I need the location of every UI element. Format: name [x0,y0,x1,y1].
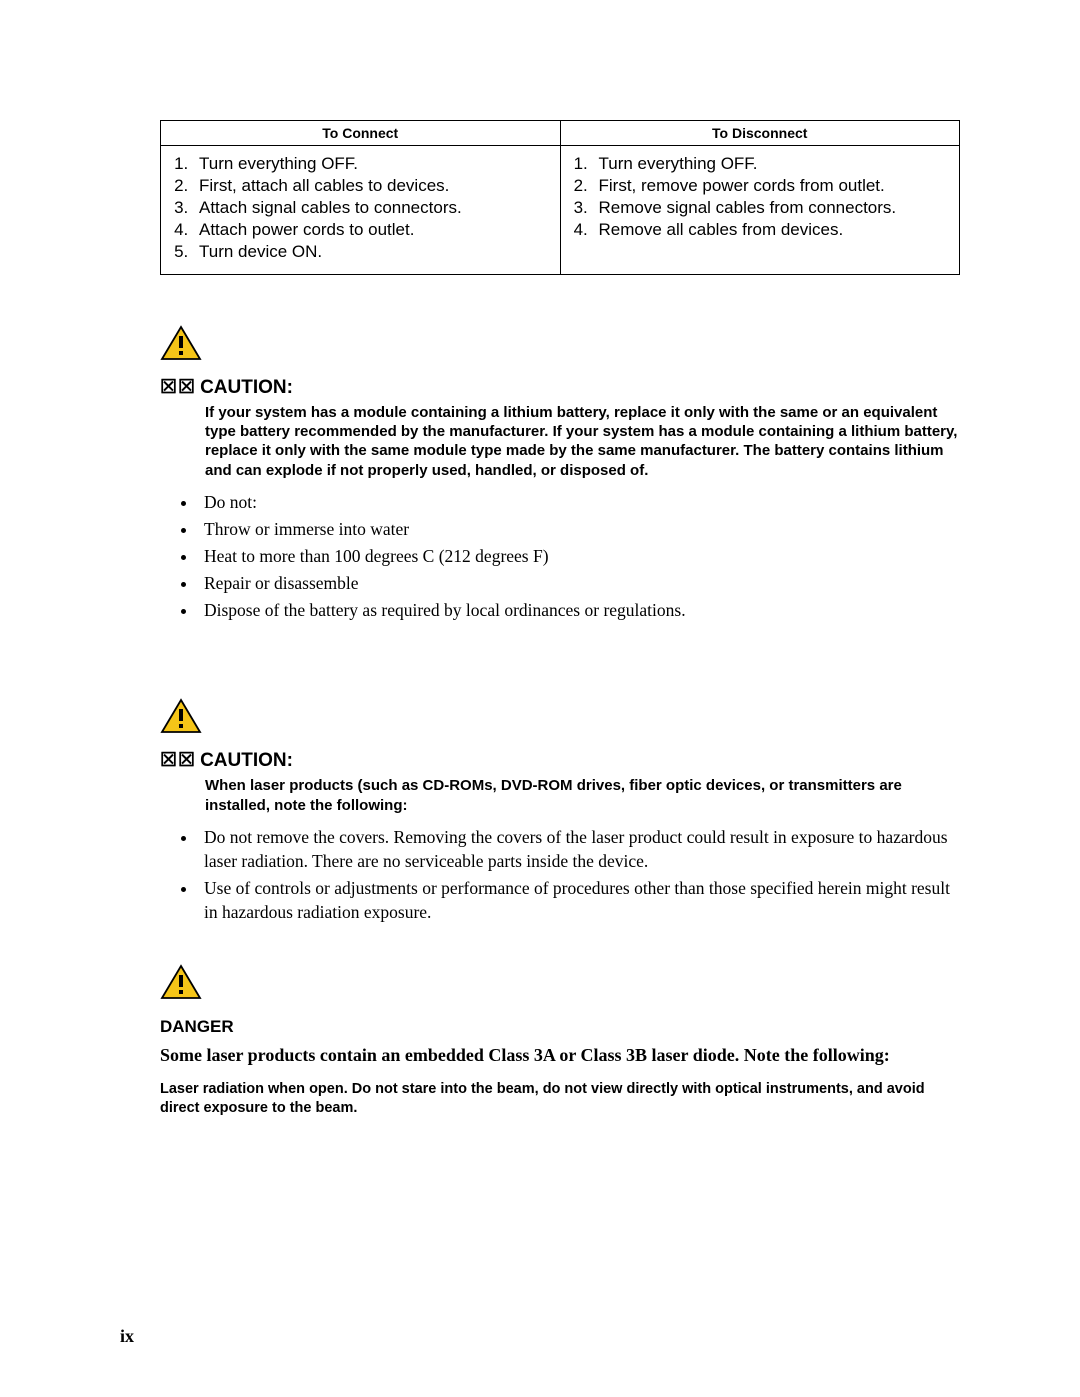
caution-heading: ☒☒CAUTION: [160,376,960,399]
list-item: Turn everything OFF. [193,154,550,174]
list-item: Dispose of the battery as required by lo… [198,598,960,622]
caution-bullets: Do not remove the covers. Removing the c… [160,825,960,925]
page: To Connect To Disconnect Turn everything… [0,0,1080,1397]
danger-body: Some laser products contain an embedded … [160,1043,960,1067]
table-cell-disconnect: Turn everything OFF. First, remove power… [560,146,960,275]
warning-icon [160,698,202,734]
caution-boxes: ☒☒ [160,377,196,398]
caution-bold-text: When laser products (such as CD-ROMs, DV… [205,776,960,814]
list-item: Turn device ON. [193,242,550,262]
table-header-connect: To Connect [161,121,561,146]
list-item: Heat to more than 100 degrees C (212 deg… [198,544,960,568]
table-header-disconnect: To Disconnect [560,121,960,146]
list-item: Turn everything OFF. [593,154,950,174]
list-item: First, remove power cords from outlet. [593,176,950,196]
caution-boxes: ☒☒ [160,750,196,771]
list-item: Throw or immerse into water [198,517,960,541]
list-item: Do not: [198,490,960,514]
caution-label: CAUTION: [200,750,293,771]
list-item: Remove all cables from devices. [593,220,950,240]
list-item: First, attach all cables to devices. [193,176,550,196]
caution-bold-text: If your system has a module containing a… [205,403,960,480]
list-item: Attach signal cables to connectors. [193,198,550,218]
connect-disconnect-table: To Connect To Disconnect Turn everything… [160,120,960,275]
list-item: Attach power cords to outlet. [193,220,550,240]
list-item: Do not remove the covers. Removing the c… [198,825,960,873]
list-item: Remove signal cables from connectors. [593,198,950,218]
list-item: Use of controls or adjustments or perfor… [198,876,960,924]
table-cell-connect: Turn everything OFF. First, attach all c… [161,146,561,275]
caution-heading: ☒☒CAUTION: [160,749,960,772]
list-item: Repair or disassemble [198,571,960,595]
warning-icon [160,325,202,361]
page-number: ix [120,1326,134,1347]
warning-icon [160,964,202,1000]
caution-label: CAUTION: [200,377,293,398]
danger-small-text: Laser radiation when open. Do not stare … [160,1080,960,1118]
danger-heading: DANGER [160,1017,960,1037]
caution-bullets: Do not: Throw or immerse into water Heat… [160,490,960,623]
